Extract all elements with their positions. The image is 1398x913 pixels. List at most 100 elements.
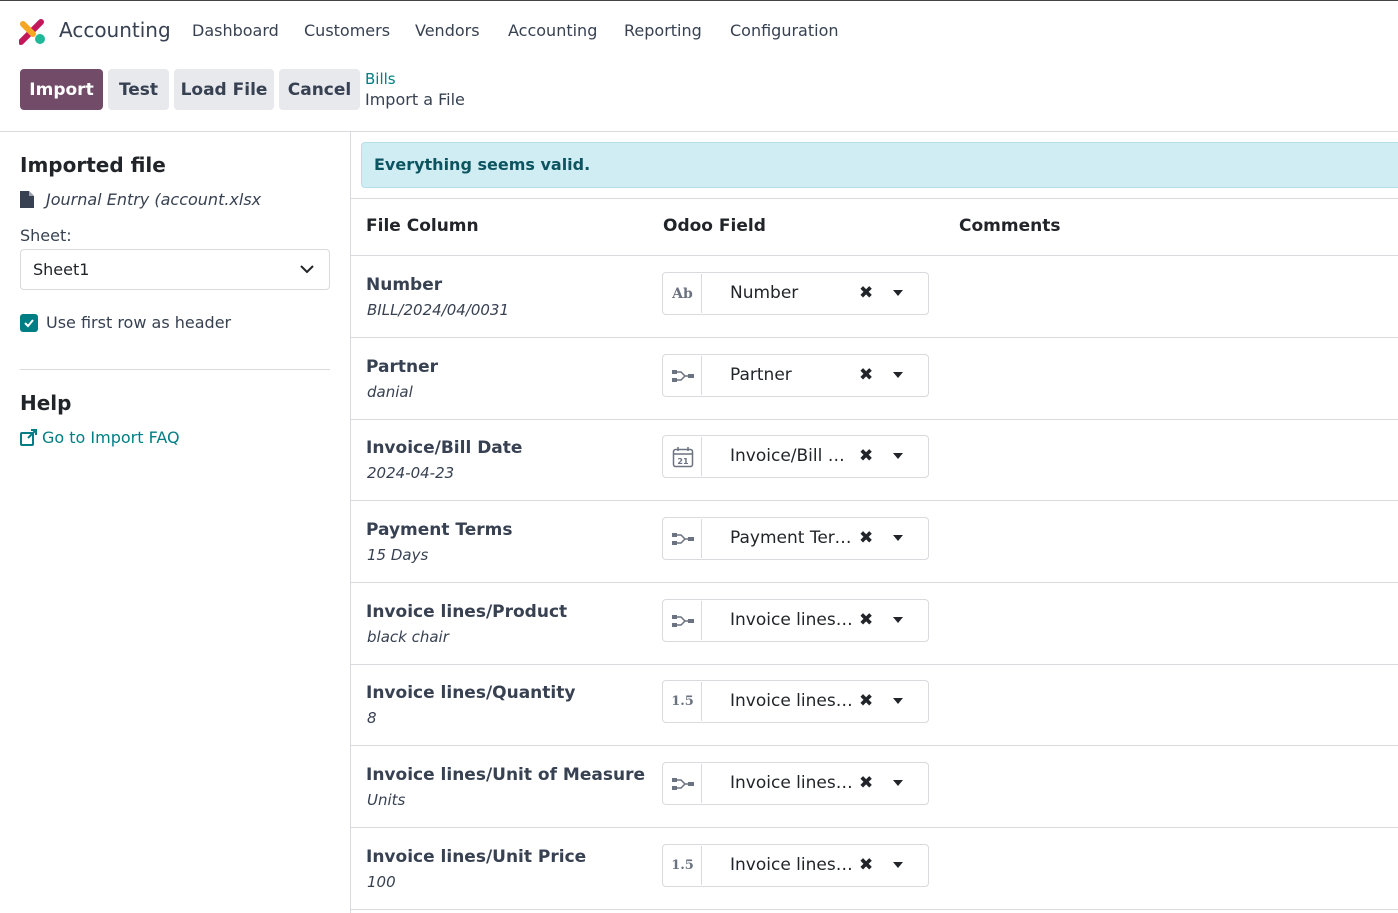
odoo-field-select[interactable]: Ab Number ✖	[662, 272, 929, 315]
relation-icon	[664, 764, 702, 803]
odoo-field-value: Invoice lines / Quantity	[730, 691, 854, 711]
sheet-select-value: Sheet1	[33, 260, 90, 279]
load-file-button[interactable]: Load File	[174, 69, 274, 110]
clear-icon[interactable]: ✖	[859, 773, 873, 793]
table-row: Invoice lines/Product black chair Invoice …	[351, 583, 1398, 665]
first-row-header-label[interactable]: Use first row as header	[46, 313, 231, 332]
clear-icon[interactable]: ✖	[859, 283, 873, 303]
odoo-field-value: Invoice lines / Unit of Measure	[730, 773, 854, 793]
import-faq-link[interactable]: Go to Import FAQ	[42, 428, 180, 447]
checkmark-icon	[24, 319, 34, 328]
caret-down-icon[interactable]	[893, 617, 903, 623]
clear-icon[interactable]: ✖	[859, 610, 873, 630]
caret-down-icon[interactable]	[893, 698, 903, 704]
odoo-field-select[interactable]: 1.5 Invoice lines / Unit Price✖	[662, 844, 929, 887]
nav-reporting[interactable]: Reporting	[624, 21, 702, 40]
nav-configuration[interactable]: Configuration	[730, 21, 839, 40]
sheet-label: Sheet:	[20, 226, 72, 245]
external-link-icon[interactable]	[20, 429, 38, 446]
table-row: Invoice/Bill Date 2024-04-23 21 Invoice/Bil…	[351, 419, 1398, 501]
clear-icon[interactable]: ✖	[859, 446, 873, 466]
file-column-sample: 8	[367, 709, 377, 727]
file-column-name: Invoice/Bill Date	[366, 438, 523, 458]
clear-icon[interactable]: ✖	[859, 855, 873, 875]
odoo-field-value: Invoice lines / Product	[730, 610, 854, 630]
top-navbar: Accounting Dashboard Customers Vendors A…	[0, 0, 1398, 60]
import-button[interactable]: Import	[20, 69, 103, 110]
accounting-app-logo-icon[interactable]	[19, 18, 47, 46]
clear-icon[interactable]: ✖	[859, 691, 873, 711]
relation-icon	[664, 601, 702, 640]
file-column-name: Invoice lines/Quantity	[366, 683, 576, 703]
table-row: Partner danial Partner ✖	[351, 338, 1398, 420]
breadcrumb-bills[interactable]: Bills	[365, 70, 396, 88]
text-icon: Ab	[664, 274, 702, 313]
chevron-down-icon	[300, 265, 314, 274]
file-column-sample: 2024-04-23	[367, 464, 455, 482]
odoo-field-value: Invoice lines / Unit Price	[730, 855, 854, 875]
caret-down-icon[interactable]	[893, 453, 903, 459]
calendar-icon: 21	[664, 437, 702, 476]
header-comments: Comments	[959, 216, 1061, 236]
odoo-field-select[interactable]: 21 Invoice/Bill Date✖	[662, 435, 929, 478]
table-row: Invoice lines/Unit of Measure Units Invoic…	[351, 746, 1398, 828]
caret-down-icon[interactable]	[893, 780, 903, 786]
app-name[interactable]: Accounting	[59, 18, 171, 42]
file-column-name: Invoice lines/Product	[366, 602, 568, 622]
breadcrumb-current: Import a File	[365, 90, 465, 109]
clear-icon[interactable]: ✖	[859, 528, 873, 548]
table-row: Invoice lines/Quantity 8 1.5 Invoice lines …	[351, 664, 1398, 746]
nav-customers[interactable]: Customers	[304, 21, 390, 40]
file-column-sample: Units	[367, 791, 406, 809]
svg-text:21: 21	[677, 457, 689, 466]
file-column-sample: danial	[367, 383, 413, 401]
nav-vendors[interactable]: Vendors	[415, 21, 480, 40]
table-row: Invoice lines/Unit Price 100 1.5 Invoice li…	[351, 828, 1398, 910]
sidebar-divider	[20, 369, 330, 370]
file-column-name: Number	[366, 275, 443, 295]
odoo-field-value: Partner	[730, 365, 792, 385]
validation-alert-text: Everything seems valid.	[374, 155, 591, 174]
table-row: Number BILL/2024/04/0031 Ab Number ✖	[351, 256, 1398, 338]
odoo-field-select[interactable]: Invoice lines / Product✖	[662, 599, 929, 642]
file-column-name: Invoice lines/Unit Price	[366, 847, 587, 867]
table-top-border	[351, 198, 1398, 199]
odoo-field-value: Number	[730, 283, 799, 303]
odoo-field-select[interactable]: Partner ✖	[662, 354, 929, 397]
odoo-field-value: Payment Terms	[730, 528, 854, 548]
caret-down-icon[interactable]	[893, 372, 903, 378]
file-column-name: Partner	[366, 357, 439, 377]
nav-accounting[interactable]: Accounting	[508, 21, 597, 40]
imported-file-title: Imported file	[20, 153, 166, 177]
header-divider	[0, 131, 1398, 132]
clear-icon[interactable]: ✖	[859, 365, 873, 385]
imported-file-name: Journal Entry (account.xlsx	[46, 190, 262, 209]
test-button[interactable]: Test	[108, 69, 169, 110]
odoo-field-select[interactable]: Invoice lines / Unit of Measure✖	[662, 762, 929, 805]
odoo-field-select[interactable]: 1.5 Invoice lines / Quantity✖	[662, 680, 929, 723]
first-row-header-checkbox[interactable]	[20, 314, 38, 332]
file-column-sample: black chair	[367, 628, 449, 646]
nav-dashboard[interactable]: Dashboard	[192, 21, 279, 40]
file-column-sample: 15 Days	[367, 546, 429, 564]
file-column-sample: BILL/2024/04/0031	[367, 301, 510, 319]
help-title: Help	[20, 391, 72, 415]
file-column-sample: 100	[367, 873, 396, 891]
caret-down-icon[interactable]	[893, 862, 903, 868]
relation-icon	[664, 356, 702, 395]
cancel-button[interactable]: Cancel	[279, 69, 360, 110]
caret-down-icon[interactable]	[893, 290, 903, 296]
relation-icon	[664, 519, 702, 558]
file-column-name: Payment Terms	[366, 520, 513, 540]
header-file-column: File Column	[366, 216, 479, 236]
validation-alert: Everything seems valid.	[361, 142, 1398, 188]
file-icon	[20, 191, 34, 208]
caret-down-icon[interactable]	[893, 535, 903, 541]
odoo-field-select[interactable]: Payment Terms ✖	[662, 517, 929, 560]
header-odoo-field: Odoo Field	[663, 216, 766, 236]
decimal-icon: 1.5	[664, 846, 702, 885]
file-column-name: Invoice lines/Unit of Measure	[366, 765, 645, 785]
sheet-select[interactable]: Sheet1	[20, 249, 330, 290]
table-row: Payment Terms 15 Days Payment Terms ✖	[351, 501, 1398, 583]
decimal-icon: 1.5	[664, 682, 702, 721]
